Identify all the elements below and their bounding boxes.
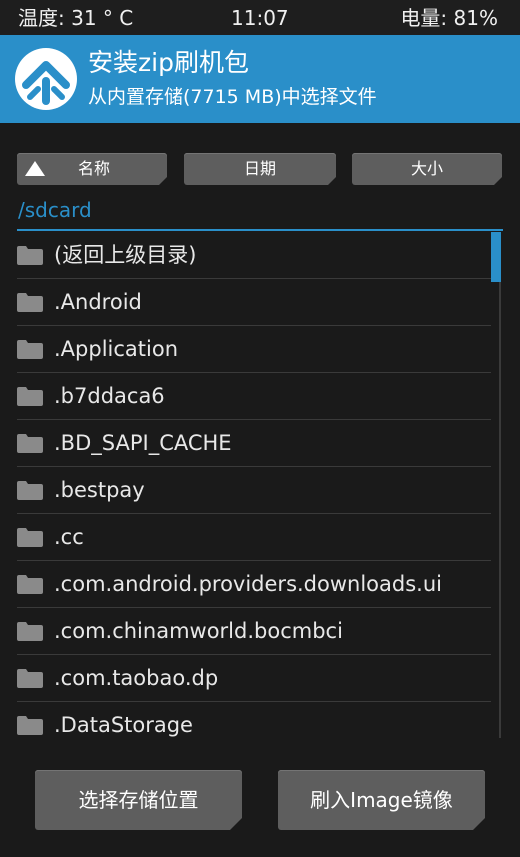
file-row[interactable]: .DataStorage	[17, 702, 491, 738]
folder-icon	[17, 716, 43, 735]
file-row[interactable]: .cc	[17, 514, 491, 561]
folder-icon	[17, 246, 43, 265]
twrp-install-screen: 温度: 31 ° C 11:07 电量: 81% 安装zip刷机包 从内置存储(…	[0, 0, 520, 857]
flash-image-button[interactable]: 刷入Image镜像	[278, 770, 485, 830]
page-subtitle: 从内置存储(7715 MB)中选择文件	[88, 86, 377, 108]
folder-icon	[17, 481, 43, 500]
sort-date-label: 日期	[243, 159, 276, 178]
file-name: .com.chinamworld.bocmbci	[54, 619, 343, 643]
file-row-parent[interactable]: (返回上级目录)	[17, 232, 491, 279]
file-name: .com.android.providers.downloads.ui	[54, 572, 442, 596]
twrp-logo-icon	[15, 48, 77, 110]
sort-name-label: 名称	[77, 159, 110, 178]
file-name: .BD_SAPI_CACHE	[54, 431, 232, 455]
clock: 11:07	[231, 6, 289, 30]
sort-by-name-button[interactable]: 名称	[17, 153, 167, 185]
folder-icon	[17, 669, 43, 688]
folder-icon	[17, 575, 43, 594]
file-row[interactable]: .BD_SAPI_CACHE	[17, 420, 491, 467]
file-name: .DataStorage	[54, 713, 193, 737]
status-bar: 温度: 31 ° C 11:07 电量: 81%	[0, 0, 520, 35]
file-name: .Application	[54, 337, 179, 361]
file-row[interactable]: .Application	[17, 326, 491, 373]
sort-by-size-button[interactable]: 大小	[352, 153, 502, 185]
folder-icon	[17, 434, 43, 453]
header: 安装zip刷机包 从内置存储(7715 MB)中选择文件	[0, 35, 520, 123]
select-storage-label: 选择存储位置	[78, 788, 199, 812]
file-row[interactable]: .com.android.providers.downloads.ui	[17, 561, 491, 608]
file-name: (返回上级目录)	[54, 243, 197, 267]
file-name: .Android	[54, 290, 142, 314]
file-row[interactable]: .b7ddaca6	[17, 373, 491, 420]
file-row[interactable]: .com.taobao.dp	[17, 655, 491, 702]
page-title: 安装zip刷机包	[88, 48, 249, 77]
triangle-up-icon	[25, 161, 45, 176]
file-row[interactable]: .Android	[17, 279, 491, 326]
flash-image-label: 刷入Image镜像	[310, 788, 453, 812]
sort-by-date-button[interactable]: 日期	[184, 153, 336, 185]
temperature-readout: 温度: 31 ° C	[18, 6, 134, 30]
scrollbar-track[interactable]	[499, 282, 501, 738]
select-storage-button[interactable]: 选择存储位置	[35, 770, 242, 830]
battery-readout: 电量: 81%	[400, 6, 498, 30]
folder-icon	[17, 293, 43, 312]
folder-icon	[17, 387, 43, 406]
file-list[interactable]: (返回上级目录) .Android .Application .b7ddaca6…	[0, 232, 520, 738]
file-row[interactable]: .bestpay	[17, 467, 491, 514]
file-name: .cc	[54, 525, 84, 549]
folder-icon	[17, 622, 43, 641]
file-name: .b7ddaca6	[54, 384, 165, 408]
folder-icon	[17, 340, 43, 359]
scrollbar-thumb[interactable]	[491, 232, 501, 282]
file-name: .com.taobao.dp	[54, 666, 219, 690]
file-name: .bestpay	[54, 478, 145, 502]
sort-size-label: 大小	[410, 159, 443, 178]
folder-icon	[17, 528, 43, 547]
current-path: /sdcard	[18, 198, 92, 222]
path-divider	[17, 229, 503, 231]
file-row[interactable]: .com.chinamworld.bocmbci	[17, 608, 491, 655]
